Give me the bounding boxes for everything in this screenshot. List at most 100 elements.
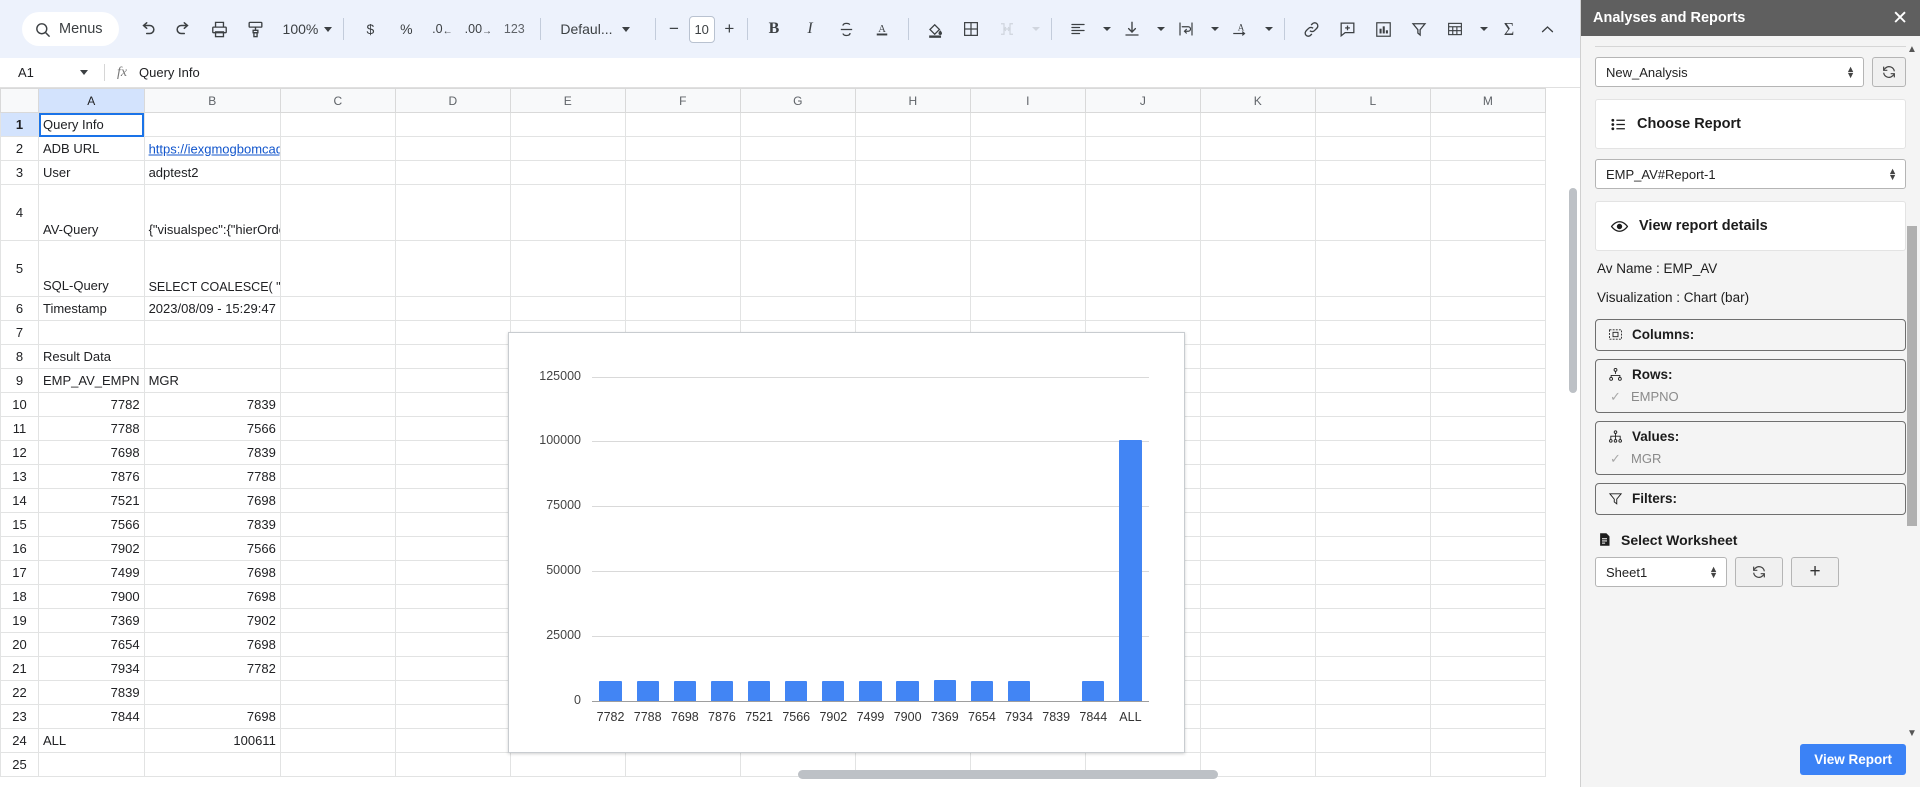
row-header[interactable]: 16 (0, 536, 39, 561)
row-header[interactable]: 9 (0, 368, 39, 393)
redo-button[interactable] (167, 12, 201, 46)
cell-c23[interactable] (279, 704, 396, 729)
cell-i5[interactable] (969, 240, 1086, 297)
cell-c3[interactable] (279, 160, 396, 185)
cell-d1[interactable] (394, 112, 511, 137)
cell-m5[interactable] (1429, 240, 1546, 297)
cell-m13[interactable] (1429, 464, 1546, 489)
cell-m11[interactable] (1429, 416, 1546, 441)
cell-k13[interactable] (1199, 464, 1316, 489)
cell-a10[interactable]: 7782 (38, 392, 145, 417)
chart-bar[interactable] (599, 680, 622, 701)
cell-h5[interactable] (854, 240, 971, 297)
cell-i2[interactable] (969, 136, 1086, 161)
text-color-button[interactable]: A (865, 12, 899, 46)
cell-b22[interactable] (143, 680, 281, 705)
cell-j4[interactable] (1084, 184, 1201, 241)
cell-d8[interactable] (394, 344, 511, 369)
cell-m17[interactable] (1429, 560, 1546, 585)
cell-a13[interactable]: 7876 (38, 464, 145, 489)
cell-a8[interactable]: Result Data (38, 344, 145, 369)
cell-l22[interactable] (1314, 680, 1431, 705)
cell-k16[interactable] (1199, 536, 1316, 561)
cell-a11[interactable]: 7788 (38, 416, 145, 441)
shelf-values[interactable]: Values: ✓ MGR (1595, 421, 1906, 475)
cell-m10[interactable] (1429, 392, 1546, 417)
cell-m9[interactable] (1429, 368, 1546, 393)
cell-f4[interactable] (624, 184, 741, 241)
cell-b10[interactable]: 7839 (143, 392, 281, 417)
chart-bar[interactable] (785, 680, 808, 701)
cell-l10[interactable] (1314, 392, 1431, 417)
cell-g2[interactable] (739, 136, 856, 161)
cell-l11[interactable] (1314, 416, 1431, 441)
cell-m21[interactable] (1429, 656, 1546, 681)
cell-d6[interactable] (394, 296, 511, 321)
cell-c18[interactable] (279, 584, 396, 609)
cell-a19[interactable]: 7369 (38, 608, 145, 633)
cell-b2[interactable]: https://iexgmogbomcaqgy-av212auto.adb.us… (143, 136, 281, 161)
worksheet-select[interactable]: Sheet1 ▲ ▼ (1595, 557, 1727, 587)
cell-c11[interactable] (279, 416, 396, 441)
row-header[interactable]: 13 (0, 464, 39, 489)
cell-a18[interactable]: 7900 (38, 584, 145, 609)
cell-b7[interactable] (143, 320, 281, 345)
column-header-f[interactable]: F (624, 88, 741, 113)
cell-e2[interactable] (509, 136, 626, 161)
pivot-table-button[interactable] (1438, 12, 1472, 46)
chart-bar[interactable] (1119, 439, 1142, 701)
cell-b4[interactable]: {"visualspec":{"hierOrder":false,"addAll… (143, 184, 281, 241)
cell-d15[interactable] (394, 512, 511, 537)
vertical-scrollbar[interactable] (1566, 176, 1580, 787)
column-header-i[interactable]: I (969, 88, 1086, 113)
cell-l19[interactable] (1314, 608, 1431, 633)
cell-k19[interactable] (1199, 608, 1316, 633)
cell-i1[interactable] (969, 112, 1086, 137)
cell-c20[interactable] (279, 632, 396, 657)
sum-button[interactable]: Σ (1492, 12, 1526, 46)
cell-c7[interactable] (279, 320, 396, 345)
font-size-input[interactable]: 10 (688, 15, 715, 43)
cell-l2[interactable] (1314, 136, 1431, 161)
row-header[interactable]: 5 (0, 240, 39, 297)
zoom-control[interactable]: 100% (275, 21, 335, 37)
cell-k24[interactable] (1199, 728, 1316, 753)
cell-k2[interactable] (1199, 136, 1316, 161)
cell-h1[interactable] (854, 112, 971, 137)
cell-k3[interactable] (1199, 160, 1316, 185)
cell-k10[interactable] (1199, 392, 1316, 417)
cell-f6[interactable] (624, 296, 741, 321)
embedded-bar-chart[interactable]: 0 25000 50000 75000 100000 125000 7782 7788 7698… (508, 332, 1185, 753)
cell-a20[interactable]: 7654 (38, 632, 145, 657)
cell-d5[interactable] (394, 240, 511, 297)
cell-d24[interactable] (394, 728, 511, 753)
cell-f3[interactable] (624, 160, 741, 185)
shelf-rows[interactable]: Rows: ✓ EMPNO (1595, 359, 1906, 413)
cell-k18[interactable] (1199, 584, 1316, 609)
cell-j2[interactable] (1084, 136, 1201, 161)
add-worksheet-button[interactable]: + (1791, 557, 1839, 587)
cell-l8[interactable] (1314, 344, 1431, 369)
cell-m7[interactable] (1429, 320, 1546, 345)
cell-i3[interactable] (969, 160, 1086, 185)
text-rotation-button[interactable]: A (1223, 12, 1257, 46)
cell-b19[interactable]: 7902 (143, 608, 281, 633)
cell-a1[interactable]: Query Info (38, 112, 145, 137)
cell-d16[interactable] (394, 536, 511, 561)
cell-c22[interactable] (279, 680, 396, 705)
chart-bar[interactable] (933, 680, 956, 701)
cell-a7[interactable] (38, 320, 145, 345)
chart-bar[interactable] (710, 680, 734, 701)
merge-cells-button[interactable] (990, 12, 1024, 46)
column-header-g[interactable]: G (739, 88, 856, 113)
chart-bar[interactable] (859, 681, 882, 701)
cell-g5[interactable] (739, 240, 856, 297)
column-header-d[interactable]: D (394, 88, 511, 113)
row-header[interactable]: 23 (0, 704, 39, 729)
cell-d22[interactable] (394, 680, 511, 705)
cell-m8[interactable] (1429, 344, 1546, 369)
cell-l13[interactable] (1314, 464, 1431, 489)
currency-format-button[interactable]: $ (353, 12, 387, 46)
borders-button[interactable] (954, 12, 988, 46)
font-family-select[interactable]: Defaul... (550, 21, 646, 37)
